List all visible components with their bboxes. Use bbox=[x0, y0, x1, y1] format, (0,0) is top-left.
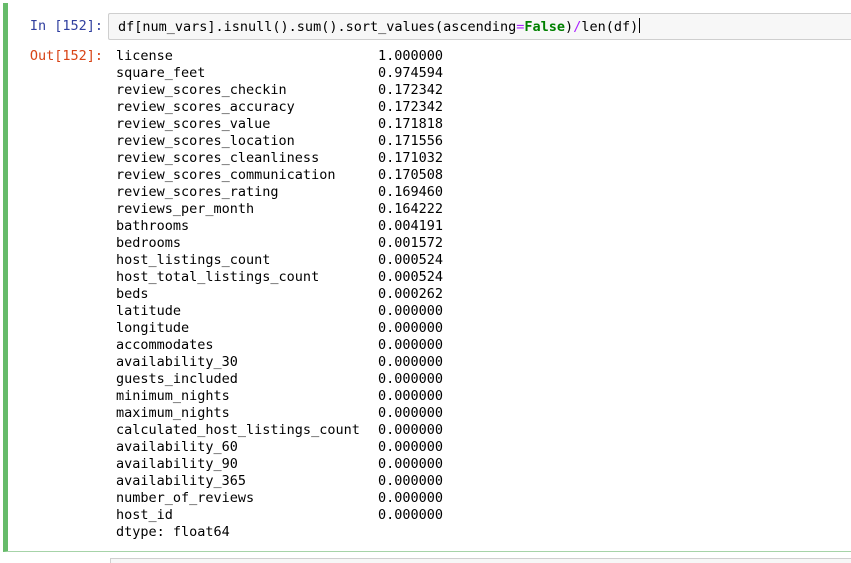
series-index-label: review_scores_checkin bbox=[116, 82, 287, 98]
series-value: 0.171818 bbox=[378, 116, 444, 132]
series-row: guests_included 0.000000 bbox=[116, 371, 443, 388]
series-row: availability_90 0.000000 bbox=[116, 456, 443, 473]
series-value: 0.000000 bbox=[378, 456, 444, 472]
series-index-label: review_scores_value bbox=[116, 116, 271, 132]
series-row: review_scores_accuracy 0.172342 bbox=[116, 99, 443, 116]
series-index-label: availability_60 bbox=[116, 439, 238, 455]
series-value: 0.004191 bbox=[378, 218, 444, 234]
input-prompt: In [152]: bbox=[29, 18, 103, 34]
series-row: square_feet 0.974594 bbox=[116, 65, 443, 82]
series-index-label: availability_30 bbox=[116, 354, 238, 370]
series-value: 0.169460 bbox=[378, 184, 444, 200]
series-value: 0.000000 bbox=[378, 371, 444, 387]
series-row: minimum_nights 0.000000 bbox=[116, 388, 443, 405]
series-value: 0.000000 bbox=[378, 354, 444, 370]
series-row: review_scores_communication 0.170508 bbox=[116, 167, 443, 184]
series-value: 0.172342 bbox=[378, 99, 444, 115]
code-text: df[num_vars].isnull().sum().sort_values(… bbox=[118, 19, 517, 35]
series-index-label: host_id bbox=[116, 507, 173, 523]
series-index-label: square_feet bbox=[116, 65, 206, 81]
series-value: 0.000000 bbox=[378, 422, 444, 438]
series-row: availability_365 0.000000 bbox=[116, 473, 443, 490]
series-value: 0.000524 bbox=[378, 269, 444, 285]
series-row: review_scores_checkin 0.172342 bbox=[116, 82, 443, 99]
series-index-label: bedrooms bbox=[116, 235, 182, 251]
series-index-label: availability_90 bbox=[116, 456, 238, 472]
series-row: maximum_nights 0.000000 bbox=[116, 405, 443, 422]
code-text-paren: ) bbox=[565, 19, 574, 35]
series-index-label: review_scores_rating bbox=[116, 184, 279, 200]
series-value: 0.170508 bbox=[378, 167, 444, 183]
code-text-tail: len(df) bbox=[581, 19, 639, 35]
series-row: latitude 0.000000 bbox=[116, 303, 443, 320]
series-index-label: review_scores_location bbox=[116, 133, 295, 149]
series-row: host_listings_count 0.000524 bbox=[116, 252, 443, 269]
series-index-label: review_scores_communication bbox=[116, 167, 336, 183]
series-row: calculated_host_listings_count 0.000000 bbox=[116, 422, 443, 439]
dtype-line: dtype: float64 bbox=[116, 524, 230, 540]
series-index-label: beds bbox=[116, 286, 149, 302]
series-row: accommodates 0.000000 bbox=[116, 337, 443, 354]
series-index-label: maximum_nights bbox=[116, 405, 230, 421]
series-index-label: review_scores_cleanliness bbox=[116, 150, 320, 166]
series-index-label: host_total_listings_count bbox=[116, 269, 320, 285]
output-prompt: Out[152]: bbox=[29, 48, 103, 64]
series-value: 1.000000 bbox=[378, 48, 444, 64]
text-cursor bbox=[639, 18, 641, 33]
series-row: bedrooms 0.001572 bbox=[116, 235, 443, 252]
series-value: 0.000000 bbox=[378, 439, 444, 455]
series-row: reviews_per_month 0.164222 bbox=[116, 201, 443, 218]
series-index-label: number_of_reviews bbox=[116, 490, 255, 506]
series-value: 0.000000 bbox=[378, 320, 444, 336]
series-value: 0.000000 bbox=[378, 473, 444, 489]
series-value: 0.000000 bbox=[378, 507, 444, 523]
series-index-label: longitude bbox=[116, 320, 190, 336]
code-line: df[num_vars].isnull().sum().sort_values(… bbox=[118, 18, 641, 36]
series-index-label: host_listings_count bbox=[116, 252, 271, 268]
series-row: review_scores_location 0.171556 bbox=[116, 133, 443, 150]
series-index-label: review_scores_accuracy bbox=[116, 99, 295, 115]
series-row: number_of_reviews 0.000000 bbox=[116, 490, 443, 507]
series-value: 0.000524 bbox=[378, 252, 444, 268]
code-input-area[interactable]: df[num_vars].isnull().sum().sort_values(… bbox=[108, 13, 851, 40]
series-row: host_id 0.000000 bbox=[116, 507, 443, 524]
series-row: availability_60 0.000000 bbox=[116, 439, 443, 456]
series-index-label: bathrooms bbox=[116, 218, 190, 234]
series-row: review_scores_rating 0.169460 bbox=[116, 184, 443, 201]
series-value: 0.000000 bbox=[378, 405, 444, 421]
series-row: host_total_listings_count 0.000524 bbox=[116, 269, 443, 286]
series-row: availability_30 0.000000 bbox=[116, 354, 443, 371]
series-row: bathrooms 0.004191 bbox=[116, 218, 443, 235]
series-value: 0.171032 bbox=[378, 150, 444, 166]
series-value: 0.000000 bbox=[378, 303, 444, 319]
code-keyword: False bbox=[524, 19, 566, 35]
series-value: 0.000000 bbox=[378, 337, 444, 353]
series-row: longitude 0.000000 bbox=[116, 320, 443, 337]
series-row: review_scores_value 0.171818 bbox=[116, 116, 443, 133]
series-index-label: latitude bbox=[116, 303, 182, 319]
output-area: license 1.000000 square_feet 0.974594 review… bbox=[116, 48, 443, 541]
series-value: 0.001572 bbox=[378, 235, 444, 251]
series-row: review_scores_cleanliness 0.171032 bbox=[116, 150, 443, 167]
series-row: beds 0.000262 bbox=[116, 286, 443, 303]
series-rows: license 1.000000 square_feet 0.974594 review… bbox=[116, 48, 443, 524]
series-index-label: reviews_per_month bbox=[116, 201, 255, 217]
series-row: license 1.000000 bbox=[116, 48, 443, 65]
series-index-label: availability_365 bbox=[116, 473, 247, 489]
series-index-label: accommodates bbox=[116, 337, 214, 353]
series-value: 0.164222 bbox=[378, 201, 444, 217]
series-value: 0.171556 bbox=[378, 133, 444, 149]
series-index-label: license bbox=[116, 48, 173, 64]
series-value: 0.000000 bbox=[378, 490, 444, 506]
series-index-label: guests_included bbox=[116, 371, 238, 387]
series-index-label: minimum_nights bbox=[116, 388, 230, 404]
series-value: 0.172342 bbox=[378, 82, 444, 98]
series-index-label: calculated_host_listings_count bbox=[116, 422, 360, 438]
next-cell-input[interactable] bbox=[110, 558, 851, 563]
series-value: 0.974594 bbox=[378, 65, 444, 81]
series-value: 0.000262 bbox=[378, 286, 444, 302]
series-value: 0.000000 bbox=[378, 388, 444, 404]
